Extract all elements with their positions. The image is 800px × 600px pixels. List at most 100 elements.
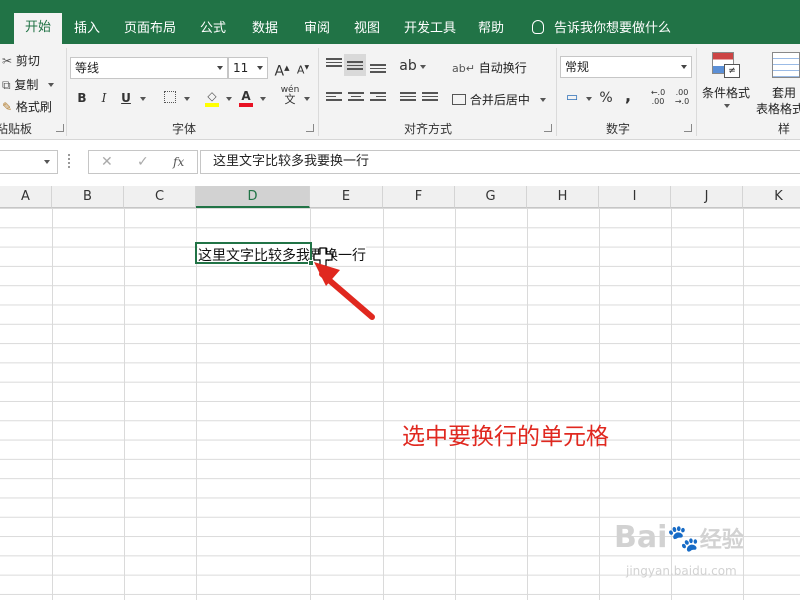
grow-font-icon: A: [274, 63, 285, 80]
chevron-down-icon[interactable]: [586, 97, 592, 101]
font-launcher-icon[interactable]: [306, 124, 314, 132]
name-box[interactable]: [0, 150, 58, 174]
border-icon: [164, 91, 176, 103]
fill-color-swatch: [205, 103, 219, 107]
format-as-table-label-1[interactable]: 套用: [772, 84, 796, 101]
conditional-formatting-button[interactable]: 条件格式: [702, 84, 750, 101]
copy-label: 复制: [14, 78, 39, 92]
chevron-down-icon[interactable]: [184, 97, 190, 101]
tab-data[interactable]: 数据: [244, 14, 286, 44]
format-painter-button[interactable]: ✎ 格式刷: [2, 98, 52, 115]
pointer-arrow-overlay: [313, 247, 375, 320]
active-cell-d4[interactable]: [195, 242, 312, 264]
percent-button[interactable]: %: [596, 88, 616, 108]
clipboard-launcher-icon[interactable]: [56, 124, 64, 132]
decrease-decimal-button[interactable]: .00 →.0: [672, 88, 692, 108]
column-header-a[interactable]: A: [0, 186, 52, 208]
decrease-indent-button[interactable]: [400, 92, 416, 104]
ribbon-tab-bar: 开始 插入 页面布局 公式 数据 审阅 视图 开发工具 帮助 告诉我你想要做什么: [0, 0, 800, 44]
format-as-table-icon: [772, 52, 800, 78]
italic-button[interactable]: I: [94, 88, 114, 108]
number-format-select[interactable]: 常规: [560, 56, 692, 78]
comma-button[interactable]: ,: [618, 86, 638, 106]
borders-button[interactable]: [160, 88, 180, 108]
column-header-e[interactable]: E: [310, 186, 383, 208]
tab-formulas[interactable]: 公式: [192, 14, 234, 44]
tab-page-layout[interactable]: 页面布局: [118, 14, 182, 44]
chevron-down-icon: [539, 98, 546, 102]
phonetic-button[interactable]: wén 文: [280, 85, 300, 105]
paintbrush-icon: ✎: [2, 100, 13, 114]
align-left-button[interactable]: [326, 92, 342, 104]
chevron-down-icon[interactable]: [724, 104, 730, 108]
formula-bar-grip[interactable]: [68, 154, 70, 168]
wrap-text-button[interactable]: ab↵ 自动换行: [452, 59, 527, 76]
chevron-down-icon: [681, 65, 687, 69]
gridline: [124, 208, 125, 600]
chevron-down-icon: [44, 160, 50, 164]
align-top-button[interactable]: [326, 58, 342, 70]
conditional-formatting-icon: ≠: [712, 52, 742, 80]
merge-center-label: 合并后居中: [469, 93, 530, 107]
insert-function-button[interactable]: fx: [173, 155, 184, 169]
copy-button[interactable]: ⧉ 复制: [2, 76, 55, 93]
tab-developer[interactable]: 开发工具: [398, 14, 462, 44]
alignment-launcher-icon[interactable]: [544, 124, 552, 132]
tell-me-search[interactable]: 告诉我你想要做什么: [532, 14, 671, 44]
column-header-d[interactable]: D: [196, 186, 310, 208]
shrink-font-button[interactable]: A▼: [293, 58, 313, 78]
column-header-j[interactable]: J: [671, 186, 743, 208]
font-size-select[interactable]: 11: [228, 57, 268, 79]
column-header-b[interactable]: B: [52, 186, 124, 208]
decrease-decimal-icon: .00 →.0: [674, 88, 690, 106]
align-middle-button[interactable]: [347, 61, 363, 73]
tab-review[interactable]: 审阅: [296, 14, 338, 44]
chevron-down-icon[interactable]: [226, 97, 232, 101]
formula-input[interactable]: 这里文字比较多我要换一行: [200, 150, 800, 174]
orientation-button[interactable]: ab: [398, 56, 418, 76]
copy-icon: ⧉: [2, 78, 11, 92]
align-right-button[interactable]: [370, 92, 386, 104]
group-divider: [696, 48, 697, 136]
chevron-down-icon: [48, 83, 55, 87]
chevron-down-icon[interactable]: [420, 65, 426, 69]
clipboard-group-label: 粘贴板: [0, 122, 32, 136]
align-center-button[interactable]: [348, 92, 364, 104]
grow-font-button[interactable]: A▲: [272, 58, 292, 80]
column-header-g[interactable]: G: [455, 186, 527, 208]
font-color-icon: A: [241, 89, 251, 103]
bold-button[interactable]: B: [72, 88, 92, 108]
tab-insert[interactable]: 插入: [66, 14, 108, 44]
cut-button[interactable]: ✂ 剪切: [2, 52, 40, 69]
chevron-down-icon[interactable]: [140, 97, 146, 101]
column-header-f[interactable]: F: [383, 186, 455, 208]
tab-home[interactable]: 开始: [14, 13, 62, 44]
accounting-format-button[interactable]: ▭: [562, 88, 582, 108]
worksheet-grid[interactable]: A B C D E F G H I J K 这里文字比较多我要换一行 选中要换行…: [0, 186, 800, 600]
merge-center-button[interactable]: 合并后居中: [452, 91, 546, 108]
chevron-down-icon[interactable]: [304, 97, 310, 101]
tab-view[interactable]: 视图: [346, 14, 388, 44]
chevron-down-icon[interactable]: [260, 97, 266, 101]
column-header-h[interactable]: H: [527, 186, 599, 208]
underline-button[interactable]: U: [116, 88, 136, 108]
tab-help[interactable]: 帮助: [470, 14, 512, 44]
fill-color-button[interactable]: ◇: [202, 86, 222, 107]
column-header-k[interactable]: K: [743, 186, 800, 208]
increase-indent-button[interactable]: [422, 92, 438, 104]
enter-icon[interactable]: ✓: [137, 154, 149, 170]
group-divider: [556, 48, 557, 136]
increase-decimal-button[interactable]: ←.0.00: [648, 88, 668, 108]
column-header-c[interactable]: C: [124, 186, 196, 208]
font-color-button[interactable]: A: [236, 86, 256, 107]
phonetic-char: 文: [284, 93, 296, 106]
font-name-select[interactable]: 等线: [70, 57, 228, 79]
number-launcher-icon[interactable]: [684, 124, 692, 132]
cancel-icon[interactable]: ✕: [101, 154, 113, 170]
wrap-text-icon: ab↵: [452, 62, 475, 75]
watermark-logo: Bai🐾经验: [614, 520, 744, 555]
watermark-url: jingyan.baidu.com: [626, 564, 737, 578]
column-header-i[interactable]: I: [599, 186, 671, 208]
format-as-table-label-2[interactable]: 表格格式: [756, 100, 800, 117]
align-bottom-button[interactable]: [370, 64, 386, 76]
